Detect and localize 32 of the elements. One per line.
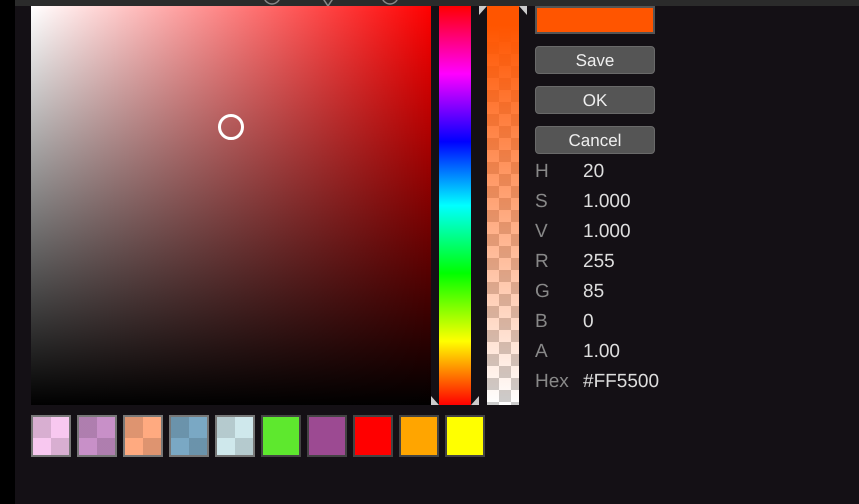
field-value[interactable]: 0 (583, 308, 594, 336)
field-label: G (535, 280, 551, 304)
color-swatch[interactable] (307, 415, 347, 457)
color-swatch[interactable] (445, 415, 485, 457)
field-value[interactable]: #FF5500 (583, 368, 660, 396)
color-swatch[interactable] (123, 415, 163, 457)
color-swatch[interactable] (77, 415, 117, 457)
field-value[interactable]: 85 (583, 278, 604, 306)
color-swatch[interactable] (169, 415, 209, 457)
color-swatch[interactable] (31, 415, 71, 457)
alpha-slider[interactable] (479, 6, 527, 405)
field-label: R (535, 250, 550, 274)
color-swatch[interactable] (215, 415, 255, 457)
picker-ring-icon[interactable] (218, 114, 244, 140)
field-label: V (535, 220, 549, 244)
field-value[interactable]: 1.000 (583, 188, 631, 216)
field-value[interactable]: 255 (583, 248, 615, 276)
field-label: B (535, 310, 549, 334)
field-value[interactable]: 20 (583, 158, 604, 186)
field-value[interactable]: 1.00 (583, 338, 620, 366)
color-swatch[interactable] (353, 415, 393, 457)
field-label: Hex (535, 370, 570, 394)
dialog-button[interactable]: Cancel (535, 126, 655, 154)
color-swatch[interactable] (261, 415, 301, 457)
field-value[interactable]: 1.000 (583, 218, 631, 246)
dialog-button[interactable]: OK (535, 86, 655, 114)
field-label: H (535, 160, 550, 184)
color-swatch[interactable] (399, 415, 439, 457)
field-label: S (535, 190, 549, 214)
dialog-button[interactable]: Save (535, 46, 655, 74)
saturation-value-area[interactable] (31, 6, 431, 405)
field-label: A (535, 340, 549, 364)
